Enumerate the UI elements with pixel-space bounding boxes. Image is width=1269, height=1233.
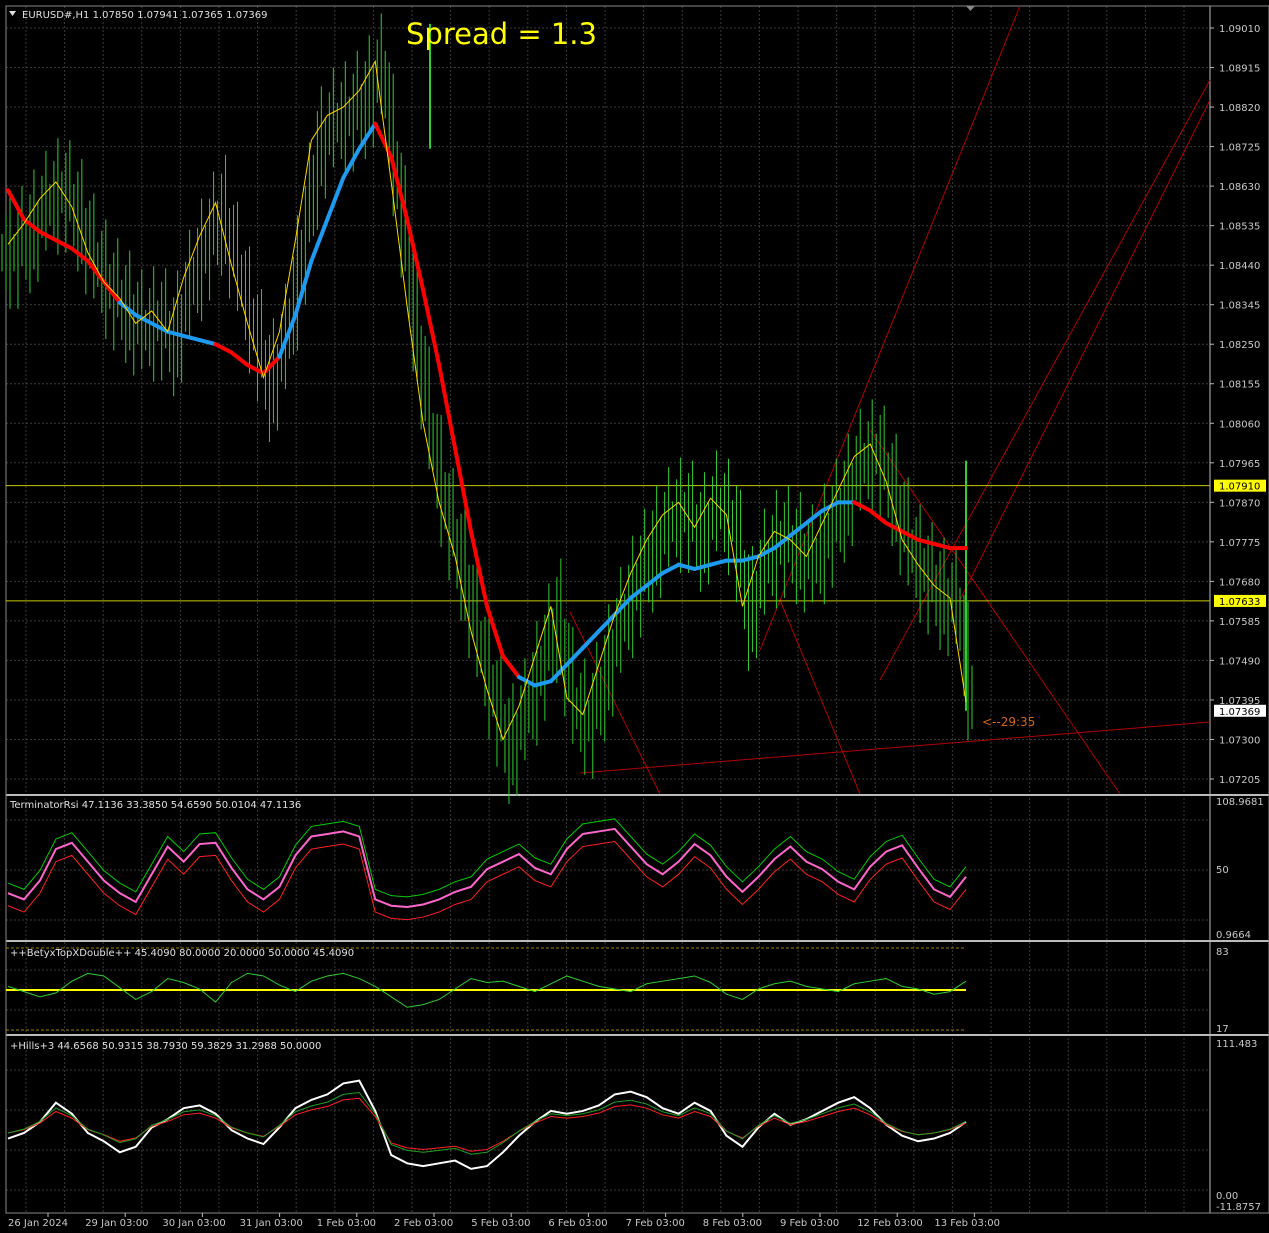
time-tick-label: 5 Feb 03:00 [471, 1218, 530, 1229]
price-tick-label: 1.09010 [1219, 24, 1260, 35]
price-tick-label: 1.08060 [1219, 419, 1260, 430]
time-tick-label: 7 Feb 03:00 [626, 1218, 685, 1229]
price-tick-label: 1.08440 [1219, 261, 1260, 272]
time-tick-label: 30 Jan 03:00 [162, 1218, 225, 1229]
price-tick-label: 1.07205 [1219, 775, 1260, 786]
rsi-axis-label: 50 [1216, 865, 1229, 876]
betyx-axis-label: 17 [1216, 1024, 1229, 1035]
price-tick-label: 1.07965 [1219, 459, 1260, 470]
time-tick-label: 8 Feb 03:00 [703, 1218, 762, 1229]
time-tick-label: 29 Jan 03:00 [85, 1218, 148, 1229]
time-tick-label: 2 Feb 03:00 [394, 1218, 453, 1229]
price-tick-label: 1.07300 [1219, 735, 1260, 746]
price-tick-label: 1.08820 [1219, 103, 1260, 114]
time-tick-label: 13 Feb 03:00 [934, 1218, 1000, 1229]
hills-title: +Hills+3 44.6568 50.9315 38.7930 59.3829… [10, 1041, 321, 1052]
price-tick-label: 1.07585 [1219, 617, 1260, 628]
price-tick-label: 1.08535 [1219, 222, 1260, 233]
time-tick-label: 12 Feb 03:00 [857, 1218, 923, 1229]
price-level-label: 1.07633 [1219, 597, 1260, 608]
countdown-label: <--29:35 [982, 715, 1035, 729]
time-tick-label: 9 Feb 03:00 [780, 1218, 839, 1229]
betyx-title: ++BetyxTopXDouble++ 45.4090 80.0000 20.0… [10, 948, 354, 959]
price-level-label: 1.07910 [1219, 482, 1260, 493]
time-tick-label: 26 Jan 2024 [8, 1218, 68, 1229]
spread-label: Spread = 1.3 [406, 17, 597, 51]
hills-axis-label: 0.00 [1216, 1191, 1238, 1202]
time-tick-label: 1 Feb 03:00 [317, 1218, 376, 1229]
betyx-axis-label: 83 [1216, 947, 1229, 958]
rsi-axis-label: 0.9664 [1216, 930, 1251, 941]
price-tick-label: 1.08915 [1219, 64, 1260, 75]
price-tick-label: 1.07490 [1219, 656, 1260, 667]
hills-axis-label: 111.483 [1216, 1039, 1257, 1050]
rsi-axis-label: 108.9681 [1216, 797, 1264, 808]
price-tick-label: 1.07870 [1219, 498, 1260, 509]
rsi-title: TerminatorRsi 47.1136 33.3850 54.6590 50… [9, 800, 301, 811]
time-axis: 26 Jan 2024 29 Jan 03:00 30 Jan 03:00 31 Ja… [8, 1213, 1000, 1229]
price-tick-label: 1.07395 [1219, 696, 1260, 707]
price-tick-label: 1.07775 [1219, 538, 1260, 549]
price-tick-label: 1.08630 [1219, 182, 1260, 193]
price-tick-label: 1.08345 [1219, 301, 1260, 312]
price-tick-label: 1.07680 [1219, 577, 1260, 588]
chart-header: EURUSD#,H1 1.07850 1.07941 1.07365 1.073… [22, 10, 268, 21]
hills-axis-label: -11.8757 [1216, 1202, 1261, 1213]
trading-chart[interactable]: 1.07910 1.07633 1.07369 1.09010 1.08915 1.08… [0, 0, 1269, 1233]
price-tick-label: 1.08725 [1219, 143, 1260, 154]
price-tick-label: 1.08155 [1219, 380, 1260, 391]
current-price-label: 1.07369 [1219, 707, 1260, 718]
time-tick-label: 31 Jan 03:00 [240, 1218, 303, 1229]
price-tick-label: 1.08250 [1219, 340, 1260, 351]
time-tick-label: 6 Feb 03:00 [548, 1218, 607, 1229]
